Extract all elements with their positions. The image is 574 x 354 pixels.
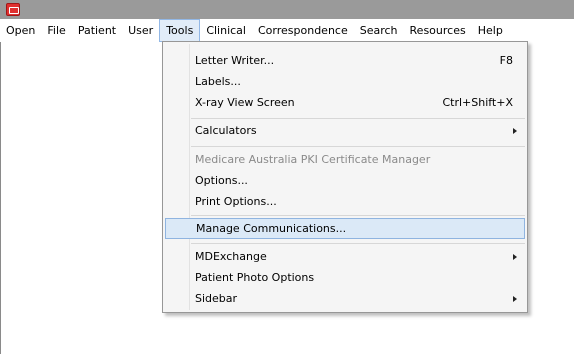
- menu-item-patient-photo-options[interactable]: Patient Photo Options: [165, 267, 525, 288]
- submenu-arrow-icon: [513, 296, 517, 302]
- menu-item-label: X-ray View Screen: [195, 96, 295, 109]
- menu-bar: Open File Patient User Tools Clinical Co…: [0, 19, 574, 42]
- menu-item-mdexchange[interactable]: MDExchange: [165, 246, 525, 267]
- title-bar: [0, 0, 574, 19]
- menu-user[interactable]: User: [122, 19, 159, 42]
- workspace-border: [0, 42, 1, 354]
- menu-item-label: Labels...: [195, 75, 241, 88]
- menu-item-letter-writer[interactable]: Letter Writer... F8: [165, 50, 525, 71]
- menu-patient[interactable]: Patient: [72, 19, 122, 42]
- menu-file[interactable]: File: [41, 19, 71, 42]
- menu-resources[interactable]: Resources: [404, 19, 472, 42]
- menu-correspondence[interactable]: Correspondence: [252, 19, 354, 42]
- menu-tools[interactable]: Tools: [159, 19, 201, 42]
- menu-item-label: Calculators: [195, 124, 257, 137]
- menu-item-shortcut: Ctrl+Shift+X: [442, 96, 513, 109]
- menu-item-calculators[interactable]: Calculators: [165, 120, 525, 141]
- menu-item-label: Patient Photo Options: [195, 271, 315, 284]
- menu-separator: [191, 146, 525, 147]
- menu-separator: [191, 118, 525, 119]
- menu-clinical[interactable]: Clinical: [200, 19, 252, 42]
- menu-item-label: MDExchange: [195, 250, 267, 263]
- menu-item-label: Medicare Australia PKI Certificate Manag…: [195, 153, 431, 166]
- menu-item-label: Manage Communications...: [196, 222, 347, 235]
- menu-separator: [191, 243, 525, 244]
- menu-item-options[interactable]: Options...: [165, 170, 525, 191]
- menu-help[interactable]: Help: [472, 19, 509, 42]
- menu-item-medicare-pki-manager: Medicare Australia PKI Certificate Manag…: [165, 149, 525, 170]
- submenu-arrow-icon: [513, 128, 517, 134]
- menu-item-label: Sidebar: [195, 292, 238, 305]
- menu-item-print-options[interactable]: Print Options...: [165, 191, 525, 212]
- menu-item-manage-communications[interactable]: Manage Communications...: [165, 218, 525, 239]
- tools-dropdown-menu: Letter Writer... F8 Labels... X-ray View…: [162, 41, 528, 313]
- menu-item-shortcut: F8: [499, 54, 513, 67]
- menu-item-label: Options...: [195, 174, 248, 187]
- menu-item-label: Letter Writer...: [195, 54, 275, 67]
- menu-open[interactable]: Open: [0, 19, 41, 42]
- menu-item-labels[interactable]: Labels...: [165, 71, 525, 92]
- menu-item-sidebar[interactable]: Sidebar: [165, 288, 525, 309]
- app-icon[interactable]: [6, 3, 20, 16]
- menu-separator: [191, 215, 525, 216]
- menu-search[interactable]: Search: [354, 19, 404, 42]
- submenu-arrow-icon: [513, 254, 517, 260]
- menu-item-xray-view-screen[interactable]: X-ray View Screen Ctrl+Shift+X: [165, 92, 525, 113]
- menu-item-label: Print Options...: [195, 195, 277, 208]
